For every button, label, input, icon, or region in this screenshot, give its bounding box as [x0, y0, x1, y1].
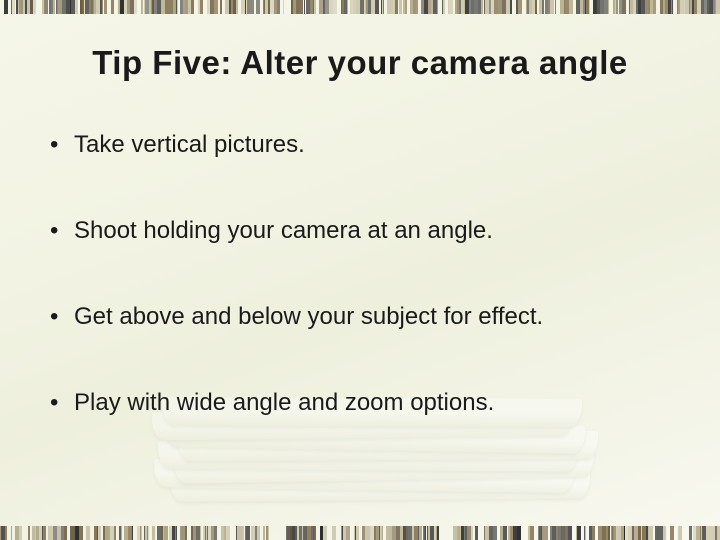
- bullet-item: Shoot holding your camera at an angle.: [48, 216, 660, 246]
- top-border-barcode: [0, 0, 720, 14]
- bullet-item: Get above and below your subject for eff…: [48, 302, 660, 332]
- slide-title: Tip Five: Alter your camera angle: [0, 44, 720, 82]
- slide: Tip Five: Alter your camera angle Take v…: [0, 0, 720, 540]
- bullet-item: Take vertical pictures.: [48, 130, 660, 160]
- bullet-item: Play with wide angle and zoom options.: [48, 388, 660, 418]
- bullet-list: Take vertical pictures. Shoot holding yo…: [48, 130, 660, 474]
- bottom-border-barcode: [0, 526, 720, 540]
